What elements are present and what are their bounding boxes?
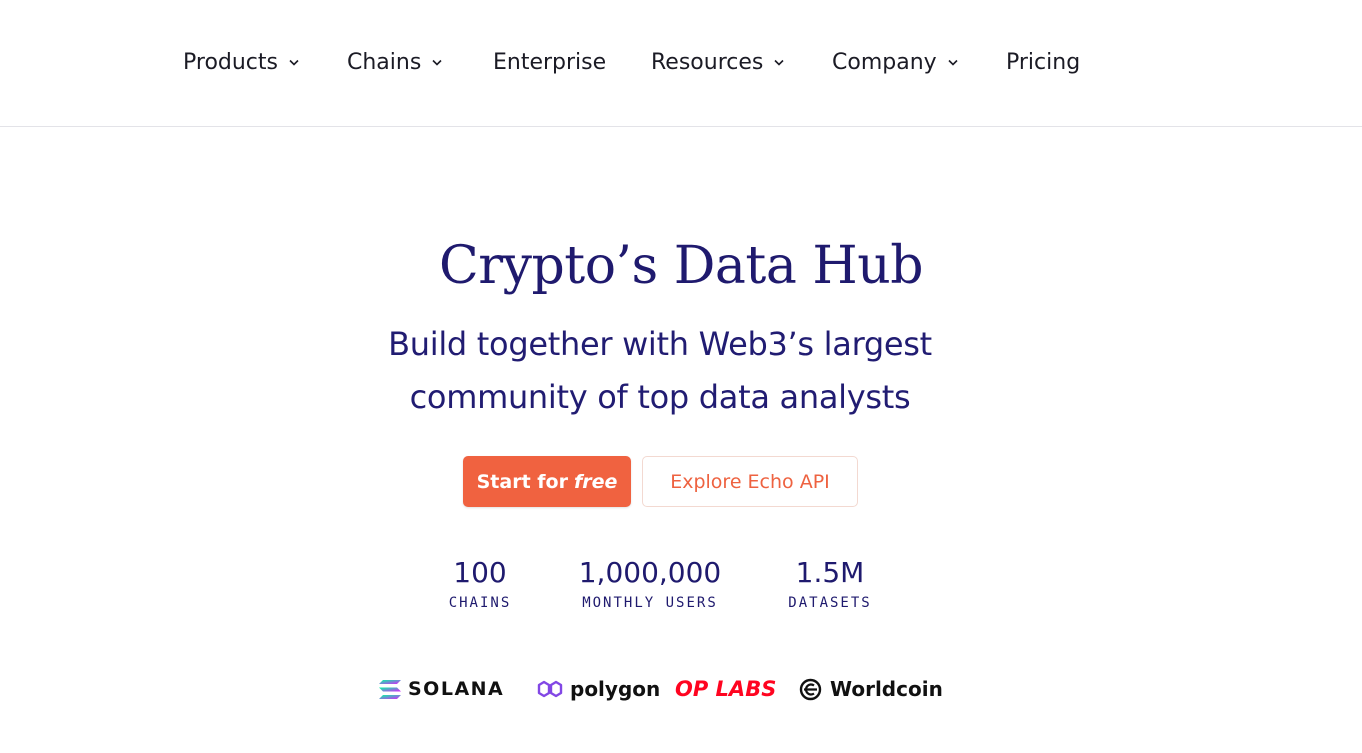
nav-pricing[interactable]: Pricing xyxy=(1006,44,1080,80)
stat-value: 1,000,000 xyxy=(578,556,722,589)
nav-products[interactable]: Products xyxy=(183,44,299,80)
logo-solana: SOLANA xyxy=(379,672,504,706)
worldcoin-wordmark: Worldcoin xyxy=(830,677,943,701)
nav-pricing-label: Pricing xyxy=(1006,49,1081,75)
worldcoin-icon xyxy=(799,678,822,701)
logo-op-labs: OP LABS xyxy=(675,672,776,706)
nav-products-label: Products xyxy=(183,49,278,75)
chevron-down-icon xyxy=(289,59,299,66)
hero-subtitle-line-2: community of top data analysts xyxy=(409,378,911,416)
hero-subtitle-line-1: Build together with Web3’s largest xyxy=(388,325,932,363)
nav-resources-label: Resources xyxy=(651,49,764,75)
op-labs-wordmark: OP LABS xyxy=(675,677,777,701)
stat-value: 1.5M xyxy=(795,556,865,589)
start-button-prefix: Start for xyxy=(476,470,568,493)
start-for-free-button[interactable]: Start for free xyxy=(463,456,631,507)
logo-worldcoin: Worldcoin xyxy=(799,672,943,706)
chevron-down-icon xyxy=(432,59,442,66)
polygon-icon xyxy=(536,677,564,701)
chevron-down-icon xyxy=(948,59,958,66)
solana-wordmark: SOLANA xyxy=(408,678,505,700)
start-button-emphasis: free xyxy=(573,470,618,493)
polygon-wordmark: polygon xyxy=(570,677,661,701)
nav-company[interactable]: Company xyxy=(832,44,958,80)
nav-enterprise-label: Enterprise xyxy=(493,49,607,75)
solana-icon xyxy=(379,679,401,699)
stat-chains: 100 CHAINS xyxy=(435,556,525,611)
stat-monthly-users: 1,000,000 MONTHLY USERS xyxy=(565,556,735,611)
nav-company-label: Company xyxy=(832,49,937,75)
explore-echo-api-button[interactable]: Explore Echo API xyxy=(642,456,858,507)
nav-chains[interactable]: Chains xyxy=(347,44,442,80)
nav-chains-label: Chains xyxy=(347,49,422,75)
stat-label: CHAINS xyxy=(448,595,512,611)
stat-label: DATASETS xyxy=(788,595,872,611)
explore-button-label: Explore Echo API xyxy=(670,470,830,493)
hero-title: Crypto’s Data Hub xyxy=(438,236,924,296)
logo-polygon: polygon xyxy=(536,672,660,706)
stat-datasets: 1.5M DATASETS xyxy=(775,556,885,611)
nav-enterprise[interactable]: Enterprise xyxy=(493,44,606,80)
nav-resources[interactable]: Resources xyxy=(651,44,784,80)
stat-value: 100 xyxy=(453,556,507,589)
top-nav: Products Chains Enterprise Resources Com… xyxy=(0,0,1362,127)
chevron-down-icon xyxy=(774,59,784,66)
stat-label: MONTHLY USERS xyxy=(582,595,718,611)
